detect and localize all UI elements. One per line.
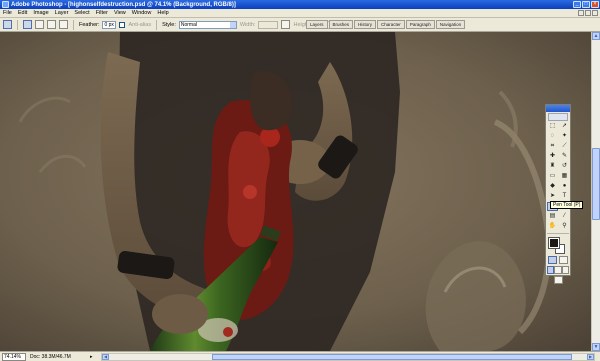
antialias-checkbox[interactable] xyxy=(119,21,126,28)
title-bar: Adobe Photoshop - [highonselfdestruction… xyxy=(0,0,600,9)
options-bar: Feather: 0 px Anti-alias Style: Normal W… xyxy=(0,18,600,32)
status-menu-arrow-icon[interactable]: ▸ xyxy=(90,353,97,361)
brush-icon[interactable]: ✎ xyxy=(559,152,570,161)
style-label: Style: xyxy=(162,21,176,28)
dodge-icon[interactable]: ● xyxy=(559,182,570,191)
feather-input[interactable]: 0 px xyxy=(102,20,117,29)
color-swatches xyxy=(547,236,569,254)
minimize-button[interactable]: _ xyxy=(573,1,581,8)
artwork-image xyxy=(0,32,600,351)
add-to-selection-icon[interactable] xyxy=(35,20,44,29)
document-window-controls xyxy=(578,10,598,16)
menu-file[interactable]: File xyxy=(3,10,12,16)
full-screen-mode-icon[interactable] xyxy=(561,266,569,274)
path-selection-icon[interactable]: ➤ xyxy=(547,192,558,201)
tool-preset-picker[interactable] xyxy=(3,20,12,29)
pen-tool-tooltip: Pen Tool (P) xyxy=(550,201,584,209)
menu-select[interactable]: Select xyxy=(74,10,89,16)
eyedropper-icon[interactable]: ⁄ xyxy=(559,212,570,221)
scroll-down-arrow-icon[interactable]: ▼ xyxy=(592,343,600,351)
toolbox-divider xyxy=(547,233,569,234)
document-size-info: Doc: 38.3M/46.7M xyxy=(30,353,71,360)
magic-wand-icon[interactable]: ✦ xyxy=(559,132,570,141)
document-canvas[interactable] xyxy=(0,32,600,351)
style-select[interactable]: Normal xyxy=(178,20,237,29)
window-controls: _ □ × xyxy=(573,1,599,8)
scroll-left-arrow-icon[interactable]: ◀ xyxy=(102,353,109,360)
options-divider xyxy=(156,19,158,30)
antialias-label: Anti-alias xyxy=(128,21,152,28)
standard-screen-mode-icon[interactable] xyxy=(547,266,555,274)
notes-icon[interactable]: ▤ xyxy=(547,212,558,221)
menu-view[interactable]: View xyxy=(114,10,126,16)
foreground-color-swatch[interactable] xyxy=(548,237,560,249)
vertical-scrollbar[interactable]: ▲ ▼ xyxy=(591,32,600,351)
blur-icon[interactable]: ◆ xyxy=(547,182,558,191)
jump-to-imageready-icon[interactable] xyxy=(553,276,563,284)
quick-mask-mode-icon[interactable] xyxy=(559,256,568,264)
tab-layers[interactable]: Layers xyxy=(306,20,328,29)
toolbox-palette: ⬚ ➚ ◌ ✦ ⌗ ⟋ ✚ ✎ ♜ ↺ ▭ ▦ ◆ ● ➤ T ✒ ▢ ▤ ⁄ … xyxy=(545,104,571,284)
tab-history[interactable]: History xyxy=(354,20,377,29)
swap-dimensions-icon[interactable] xyxy=(281,20,291,29)
menu-image[interactable]: Image xyxy=(33,10,48,16)
status-bar: 74.14% Doc: 38.3M/46.7M ▸ ◀ ▶ xyxy=(0,351,600,361)
doc-minimize-button[interactable] xyxy=(578,10,584,16)
tool-grid: ⬚ ➚ ◌ ✦ ⌗ ⟋ ✚ ✎ ♜ ↺ ▭ ▦ ◆ ● ➤ T ✒ ▢ ▤ ⁄ … xyxy=(546,122,570,231)
menu-layer[interactable]: Layer xyxy=(55,10,69,16)
standard-mode-icon[interactable] xyxy=(548,256,557,264)
zoom-icon[interactable]: ⚲ xyxy=(559,222,570,231)
close-button[interactable]: × xyxy=(591,1,599,8)
doc-close-button[interactable] xyxy=(592,10,598,16)
slice-icon[interactable]: ⟋ xyxy=(559,142,570,151)
menu-window[interactable]: Window xyxy=(132,10,152,16)
options-divider xyxy=(17,19,18,30)
feather-label: Feather: xyxy=(79,21,100,28)
horizontal-scrollbar[interactable]: ◀ ▶ xyxy=(101,352,595,361)
menu-bar: File Edit Image Layer Select Filter View… xyxy=(0,9,600,18)
width-label: Width: xyxy=(239,21,256,28)
lasso-icon[interactable]: ◌ xyxy=(547,132,558,141)
menu-edit[interactable]: Edit xyxy=(18,10,27,16)
scroll-right-arrow-icon[interactable]: ▶ xyxy=(587,353,594,360)
tab-brushes[interactable]: Brushes xyxy=(328,20,354,29)
maximize-button[interactable]: □ xyxy=(582,1,590,8)
scroll-up-arrow-icon[interactable]: ▲ xyxy=(592,32,600,40)
tab-navigation[interactable]: Navigation xyxy=(435,20,466,29)
options-divider xyxy=(73,19,74,30)
edit-mode-row xyxy=(546,256,570,264)
new-selection-icon[interactable] xyxy=(23,20,32,29)
menu-filter[interactable]: Filter xyxy=(96,10,108,16)
horizontal-scroll-thumb[interactable] xyxy=(212,353,572,360)
healing-brush-icon[interactable]: ✚ xyxy=(547,152,558,161)
palette-well: Layers Brushes History Character Paragra… xyxy=(306,20,466,30)
screen-mode-row xyxy=(546,266,570,274)
move-icon[interactable]: ➚ xyxy=(559,122,570,131)
tab-character[interactable]: Character xyxy=(377,20,405,29)
zoom-level-field[interactable]: 74.14% xyxy=(2,352,26,361)
doc-restore-button[interactable] xyxy=(585,10,591,16)
adobe-online-icon[interactable] xyxy=(548,113,568,121)
eraser-icon[interactable]: ▭ xyxy=(547,172,558,181)
photoshop-app-icon[interactable] xyxy=(2,1,9,8)
clone-stamp-icon[interactable]: ♜ xyxy=(547,162,558,171)
hand-icon[interactable]: ✋ xyxy=(547,222,558,231)
tab-paragraph[interactable]: Paragraph xyxy=(405,20,435,29)
crop-icon[interactable]: ⌗ xyxy=(547,142,558,151)
vertical-scroll-thumb[interactable] xyxy=(592,148,600,220)
menu-help[interactable]: Help xyxy=(157,10,168,16)
history-brush-icon[interactable]: ↺ xyxy=(559,162,570,171)
full-screen-menu-mode-icon[interactable] xyxy=(554,266,562,274)
gradient-icon[interactable]: ▦ xyxy=(559,172,570,181)
intersect-selection-icon[interactable] xyxy=(59,20,68,29)
jump-row xyxy=(546,276,570,284)
marquee-icon[interactable]: ⬚ xyxy=(547,122,558,131)
toolbox-title-bar[interactable] xyxy=(546,105,570,112)
subtract-from-selection-icon[interactable] xyxy=(47,20,56,29)
window-title: Adobe Photoshop - [highonselfdestruction… xyxy=(11,1,236,8)
width-input[interactable] xyxy=(258,20,279,29)
type-icon[interactable]: T xyxy=(559,192,570,201)
